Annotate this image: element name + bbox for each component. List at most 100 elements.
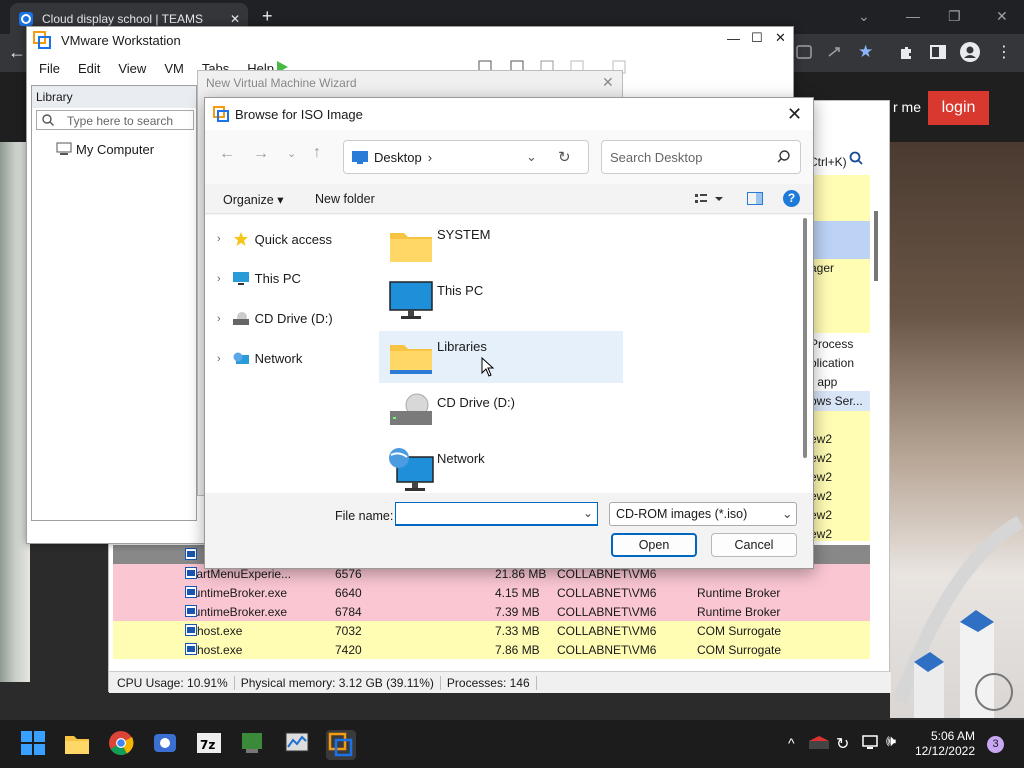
expand-chevron-icon[interactable]: › xyxy=(217,313,221,325)
system-clock[interactable]: 5:06 AM 12/12/2022 xyxy=(905,729,975,759)
tray-app-icon[interactable] xyxy=(808,735,830,751)
open-button[interactable]: Open xyxy=(611,533,697,557)
mouse-cursor-icon xyxy=(481,357,495,377)
pc-icon xyxy=(232,271,249,286)
address-bar[interactable]: Desktop › ⌄ ↻ xyxy=(343,140,589,174)
nav-item-this-pc[interactable]: › This PC xyxy=(217,271,301,286)
tray-chevron-up-icon[interactable]: ^ xyxy=(788,735,795,751)
back-arrow-icon[interactable]: ← xyxy=(8,42,26,63)
process-count: Processes: 146 xyxy=(441,675,537,690)
table-row[interactable]: dllhost.exe 7032 7.33 MB COLLABNET\VM6 C… xyxy=(113,621,870,640)
dialog-titlebar[interactable]: Browse for ISO Image xyxy=(205,98,813,130)
cpu-usage: CPU Usage: 10.91% xyxy=(111,675,235,690)
refresh-icon[interactable]: ↻ xyxy=(558,148,571,166)
back-arrow-icon[interactable]: ← xyxy=(219,145,235,163)
nav-item-network[interactable]: › Network xyxy=(217,351,302,366)
library-search-input[interactable]: Type here to search xyxy=(36,110,194,130)
cancel-button[interactable]: Cancel xyxy=(711,533,797,557)
desktop-icon xyxy=(352,151,368,164)
menu-view[interactable]: View xyxy=(118,61,146,76)
translate-icon[interactable] xyxy=(796,44,812,60)
new-folder-button[interactable]: New folder xyxy=(315,192,375,206)
table-row[interactable]: RuntimeBroker.exe 6784 7.39 MB COLLABNET… xyxy=(113,602,870,621)
file-item-this-pc[interactable]: This PC xyxy=(379,275,623,327)
expand-chevron-icon[interactable]: › xyxy=(217,273,221,285)
forward-arrow-icon[interactable]: → xyxy=(253,145,269,163)
dialog-navbar: ← → ⌄ ↑ Desktop › ⌄ ↻ Search Desktop xyxy=(205,130,813,184)
address-text: Desktop xyxy=(374,149,422,165)
menu-file[interactable]: File xyxy=(39,61,60,76)
profile-avatar-icon[interactable] xyxy=(960,42,980,62)
folder-icon xyxy=(389,227,433,263)
window-close-button[interactable]: ✕ xyxy=(775,30,786,46)
file-explorer-icon[interactable] xyxy=(64,730,92,758)
file-type-select[interactable]: CD-ROM images (*.iso) ⌄ xyxy=(609,502,797,526)
new-tab-button[interactable]: + xyxy=(262,6,273,27)
app-camera-icon[interactable] xyxy=(152,730,180,758)
up-arrow-icon[interactable]: ↑ xyxy=(313,144,321,162)
task-manager-icon[interactable] xyxy=(284,730,312,758)
monitor-tray-icon[interactable] xyxy=(862,734,878,750)
svg-text:7z: 7z xyxy=(200,738,215,752)
side-panel-icon[interactable] xyxy=(930,44,946,60)
process-icon xyxy=(185,643,197,655)
view-options-icon[interactable] xyxy=(695,193,723,205)
window-minimize-button[interactable]: — xyxy=(727,31,740,46)
tab-close-icon[interactable]: ✕ xyxy=(230,12,240,26)
vmware-taskbar-icon[interactable] xyxy=(326,730,356,760)
site-nav-link[interactable]: r me xyxy=(893,99,921,115)
nav-item-cd-drive[interactable]: › CD Drive (D:) xyxy=(217,311,333,326)
dialog-close-button[interactable]: ✕ xyxy=(787,104,802,125)
chrome-icon[interactable] xyxy=(108,730,136,758)
recent-chevron-icon[interactable]: ⌄ xyxy=(287,147,296,160)
search-desktop-input[interactable]: Search Desktop xyxy=(601,140,801,174)
vm-console-icon[interactable] xyxy=(240,730,268,758)
expand-chevron-icon[interactable]: › xyxy=(217,233,221,245)
file-name-label: File name: xyxy=(335,509,394,523)
notification-badge[interactable]: 3 xyxy=(987,736,1004,753)
tree-item-my-computer[interactable]: My Computer xyxy=(76,142,154,157)
clock-time: 5:06 AM xyxy=(930,729,975,743)
file-name-input[interactable] xyxy=(395,502,598,526)
file-item-cd-drive[interactable]: CD Drive (D:) xyxy=(379,387,623,439)
expand-chevron-icon[interactable]: › xyxy=(217,353,221,365)
wizard-close-button[interactable]: ✕ xyxy=(602,74,614,91)
search-icon[interactable] xyxy=(849,151,863,165)
menu-vm[interactable]: VM xyxy=(164,61,184,76)
table-row[interactable]: dllhost.exe 7420 7.86 MB COLLABNET\VM6 C… xyxy=(113,640,870,659)
tm-fragment: ows Ser... xyxy=(810,394,863,408)
extensions-icon[interactable] xyxy=(898,44,914,60)
file-item-libraries[interactable]: Libraries xyxy=(379,331,623,383)
window-restore-button[interactable]: ❐ xyxy=(948,8,961,25)
volume-icon[interactable]: 🕪 xyxy=(886,733,896,751)
star-icon xyxy=(233,231,249,247)
7zip-icon[interactable]: 7z xyxy=(196,730,224,758)
search-icon[interactable] xyxy=(777,150,790,163)
sync-icon[interactable]: ↻ xyxy=(836,734,849,754)
file-item-network[interactable]: Network xyxy=(379,443,623,493)
window-close-button[interactable]: ✕ xyxy=(996,8,1008,25)
address-dropdown-icon[interactable]: ⌄ xyxy=(526,149,537,165)
task-manager-statusbar: CPU Usage: 10.91% Physical memory: 3.12 … xyxy=(109,671,891,693)
menu-edit[interactable]: Edit xyxy=(78,61,100,76)
chevron-down-icon[interactable]: ⌄ xyxy=(858,8,870,25)
tm-fragment: r app xyxy=(810,375,838,389)
login-button[interactable]: login xyxy=(928,91,989,125)
table-row[interactable]: RuntimeBroker.exe 6640 4.15 MB COLLABNET… xyxy=(113,583,870,602)
organize-button[interactable]: Organize ▾ xyxy=(223,192,283,207)
vmware-titlebar[interactable]: VMware Workstation — ☐ ✕ xyxy=(27,27,793,53)
nav-item-quick-access[interactable]: › Quick access xyxy=(217,231,332,247)
file-name-dropdown-icon[interactable]: ⌄ xyxy=(583,506,593,520)
help-icon[interactable]: ? xyxy=(783,190,800,207)
preview-pane-icon[interactable] xyxy=(747,192,763,205)
bookmark-star-icon[interactable]: ★ xyxy=(858,42,873,62)
file-list-scrollbar[interactable] xyxy=(803,218,807,458)
process-icon xyxy=(185,624,197,636)
share-icon[interactable] xyxy=(826,44,842,60)
start-windows-icon[interactable] xyxy=(20,730,48,758)
file-item-system[interactable]: SYSTEM xyxy=(379,219,623,271)
window-minimize-button[interactable]: — xyxy=(906,8,920,24)
process-icon xyxy=(185,605,197,617)
window-maximize-button[interactable]: ☐ xyxy=(751,30,763,46)
browser-menu-icon[interactable]: ⋮ xyxy=(996,42,1012,62)
